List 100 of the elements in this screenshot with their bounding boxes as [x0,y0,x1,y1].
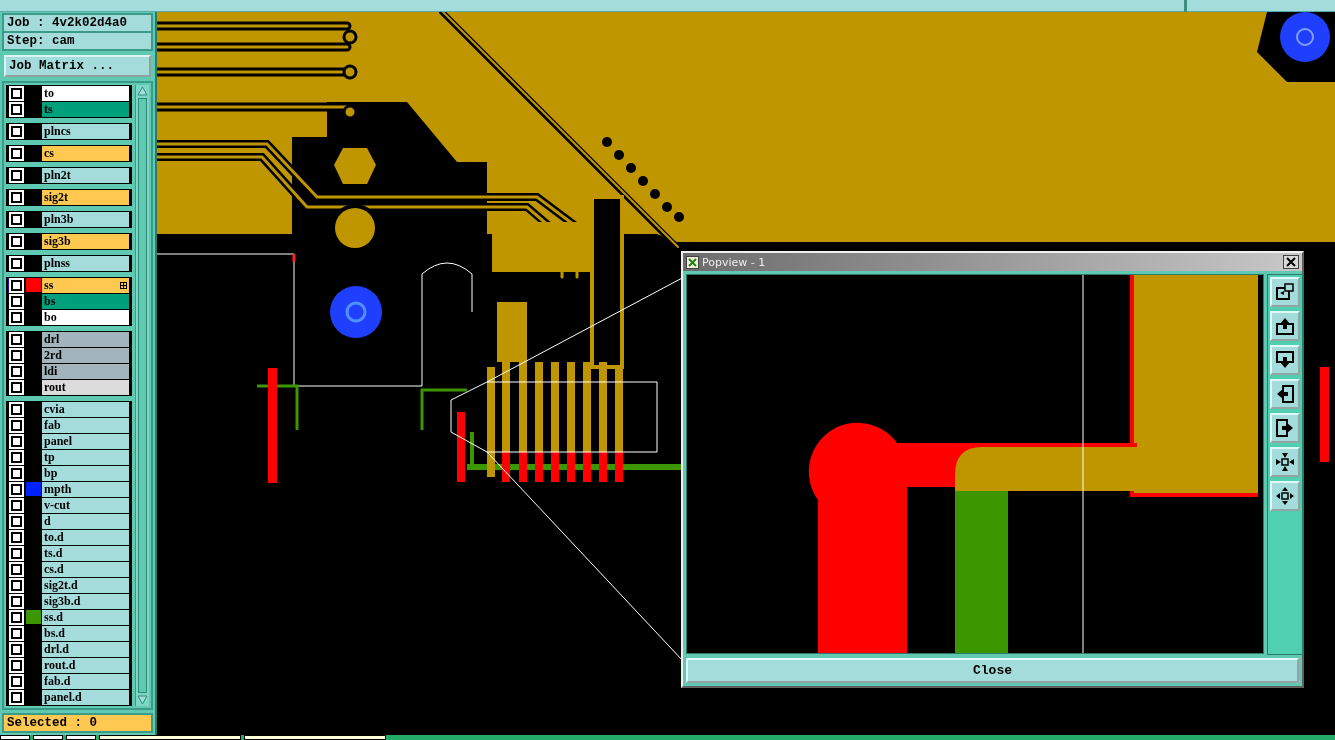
layer-name-cell[interactable]: panel.d [42,690,129,705]
layer-name-cell[interactable]: fab.d [42,674,129,689]
window-title: Popview - 1 [702,255,767,269]
layer-name-cell[interactable]: plnss [42,256,129,271]
layer-name-cell[interactable]: 2rd [42,348,129,363]
layer-name-cell[interactable]: bp [42,466,129,481]
layer-name: to [44,86,54,101]
layer-name-cell[interactable]: bo [42,310,129,325]
layer-name-cell[interactable]: sig3b [42,234,129,249]
layer-name-cell[interactable]: drl.d [42,642,129,657]
arrows-outward-icon [1275,486,1295,506]
layer-name-cell[interactable]: v-cut [42,498,129,513]
layer-name-cell[interactable]: cvia [42,402,129,417]
trace-line [420,388,467,430]
pan-right-button[interactable] [1270,413,1300,443]
layer-name-cell[interactable]: to [42,86,129,101]
layer-name-cell[interactable]: ldi [42,364,129,379]
layer-name-cell[interactable]: ts [42,102,129,117]
layer-name-cell[interactable]: bs.d [42,626,129,641]
layer-name-cell[interactable]: pln3b [42,212,129,227]
zoom-out-button[interactable] [1270,481,1300,511]
layer-name: sig3b [44,234,71,249]
layer-name-cell[interactable]: ss [42,278,129,293]
layer-name-cell[interactable]: fab [42,418,129,433]
arrow-left-icon [1275,384,1295,404]
layer-name: bp [44,466,58,481]
layer-name: mpth [44,482,72,497]
taskbar-button[interactable] [66,735,96,740]
app-icon [686,255,699,269]
arrow-right-icon [1275,418,1295,438]
scroll-down-icon[interactable] [136,694,149,706]
layer-name-cell[interactable]: to.d [42,530,129,545]
layer-color-swatch[interactable] [26,278,41,292]
layer-name: cs [44,146,54,161]
windows-button[interactable] [1270,277,1300,307]
layer-color-swatch[interactable] [26,482,41,496]
zoom-in-button[interactable] [1270,447,1300,477]
layer-name: ss [44,278,54,293]
layer-name-cell[interactable]: rout [42,380,129,395]
layer-name: to.d [44,530,64,545]
layer-name: v-cut [44,498,70,513]
scrollbar-thumb[interactable] [138,98,147,693]
layer-name: rout [44,380,66,395]
layer-name: plncs [44,124,71,139]
layer-name-cell[interactable]: tp [42,450,129,465]
layer-name-cell[interactable]: ts.d [42,546,129,561]
selection-status: Selected : 0 [2,713,153,733]
layer-name: cs.d [44,562,64,577]
job-matrix-button[interactable]: Job Matrix ... [4,55,151,77]
grid-icon [120,282,127,289]
pan-left-button[interactable] [1270,379,1300,409]
layer-name: pln2t [44,168,71,183]
layer-name: bs.d [44,626,66,641]
layer-name-cell[interactable]: mpth [42,482,129,497]
layer-name-cell[interactable]: d [42,514,129,529]
layer-name-cell[interactable]: cs [42,146,129,161]
windows-icon [1275,282,1295,302]
layer-name: sig2t [44,190,68,205]
layer-name: rout.d [44,658,76,673]
layer-name-cell[interactable]: bs [42,294,129,309]
layer-name-cell[interactable]: panel [42,434,129,449]
pan-up-button[interactable] [1270,311,1300,341]
layer-name-cell[interactable]: cs.d [42,562,129,577]
taskbar-button[interactable] [244,735,386,740]
arrow-down-icon [1275,350,1295,370]
taskbar-button[interactable] [99,735,241,740]
layer-color-swatch[interactable] [26,610,41,624]
step-label: Step: cam [4,31,151,49]
layer-name: ss.d [44,610,63,625]
layer-name: cvia [44,402,65,417]
layer-name: ts [44,102,53,117]
layer-name: sig2t.d [44,578,78,593]
scrollbar[interactable] [135,85,149,706]
layer-name-cell[interactable]: ss.d [42,610,129,625]
layer-name: plnss [44,256,71,271]
layer-name: bo [44,310,57,325]
layer-name: fab.d [44,674,71,689]
layer-name-cell[interactable]: sig2t.d [42,578,129,593]
taskbar-button[interactable] [33,735,63,740]
layer-name-cell[interactable]: drl [42,332,129,347]
layer-name-cell[interactable]: rout.d [42,658,129,673]
layer-name-cell[interactable]: sig3b.d [42,594,129,609]
layer-name: bs [44,294,56,309]
layer-name: pln3b [44,212,74,227]
layer-name-cell[interactable]: sig2t [42,190,129,205]
layer-name: drl [44,332,60,347]
arrow-up-icon [1275,316,1295,336]
arrows-inward-icon [1275,452,1295,472]
layer-name: drl.d [44,642,69,657]
layer-name: d [44,514,51,529]
close-button[interactable]: Close [686,658,1299,683]
via-drawing [330,286,382,338]
layer-name: ldi [44,364,58,379]
pan-down-button[interactable] [1270,345,1300,375]
layer-name: 2rd [44,348,62,363]
layer-name-cell[interactable]: pln2t [42,168,129,183]
layer-name-cell[interactable]: plncs [42,124,129,139]
scroll-up-icon[interactable] [136,85,149,97]
taskbar-button[interactable] [0,735,30,740]
layer-name: panel.d [44,690,82,705]
